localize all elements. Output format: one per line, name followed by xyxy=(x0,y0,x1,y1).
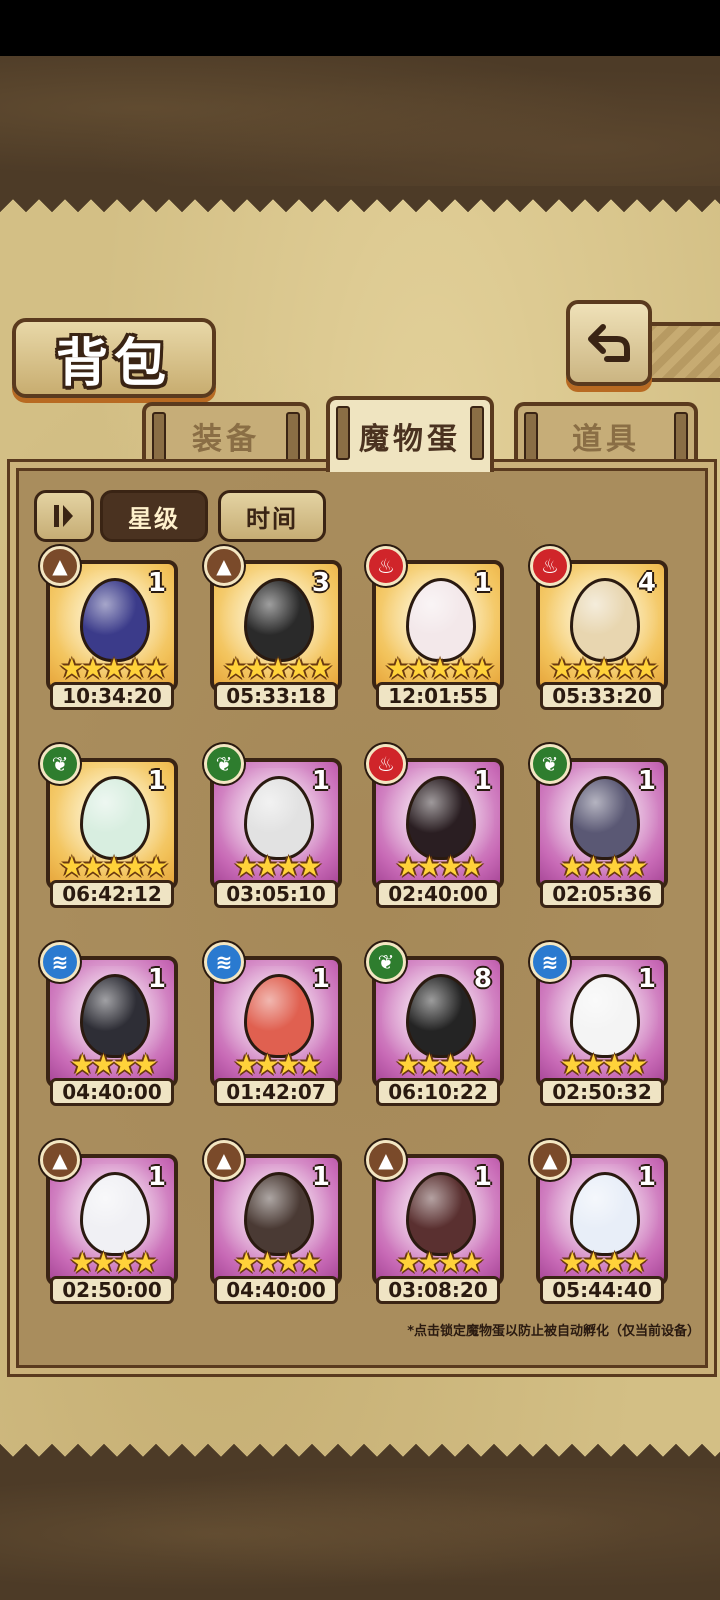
tab-equipment[interactable]: 装备 xyxy=(142,402,310,466)
egg-count: 1 xyxy=(311,766,330,796)
back-arrow-icon xyxy=(588,324,630,362)
egg-count: 1 xyxy=(637,1162,656,1192)
hatch-timer: 03:05:10 xyxy=(214,880,338,908)
page-title: 背包 xyxy=(55,332,172,394)
nature-element-icon: ❦ xyxy=(40,744,80,784)
star-rating: ★★★★★ xyxy=(59,652,169,685)
star-rating: ★★★★★ xyxy=(385,652,495,685)
egg-count: 1 xyxy=(147,568,166,598)
star-rating: ★★★★ xyxy=(395,850,484,883)
torn-edge-top xyxy=(0,186,720,212)
back-button[interactable] xyxy=(566,300,652,386)
fire-element-icon: ♨ xyxy=(366,546,406,586)
tab-equipment-label: 装备 xyxy=(192,422,260,457)
hatch-timer: 02:40:00 xyxy=(376,880,500,908)
earth-element-icon: ▲ xyxy=(40,1140,80,1180)
hatch-timer: 12:01:55 xyxy=(376,682,500,710)
map-background-top xyxy=(0,56,720,186)
water-element-icon: ≋ xyxy=(204,942,244,982)
star-rating: ★★★★ xyxy=(559,1246,648,1279)
fire-element-icon: ♨ xyxy=(530,546,570,586)
hatch-timer: 05:33:18 xyxy=(214,682,338,710)
earth-element-icon: ▲ xyxy=(204,546,244,586)
hatch-timer: 05:33:20 xyxy=(540,682,664,710)
star-rating: ★★★★★ xyxy=(223,652,333,685)
egg-count: 1 xyxy=(637,964,656,994)
earth-element-icon: ▲ xyxy=(40,546,80,586)
egg-count: 1 xyxy=(147,964,166,994)
star-rating: ★★★★ xyxy=(69,1048,158,1081)
egg-count: 1 xyxy=(311,1162,330,1192)
nature-element-icon: ❦ xyxy=(530,744,570,784)
auto-hatch-footnote: *点击锁定魔物蛋以防止被自动孵化（仅当前设备） xyxy=(407,1324,700,1339)
hatch-timer: 03:08:20 xyxy=(376,1276,500,1304)
egg-count: 1 xyxy=(473,766,492,796)
egg-count: 1 xyxy=(147,766,166,796)
nature-element-icon: ❦ xyxy=(366,942,406,982)
earth-element-icon: ▲ xyxy=(204,1140,244,1180)
hatch-timer: 06:42:12 xyxy=(50,880,174,908)
fire-element-icon: ♨ xyxy=(366,744,406,784)
hatch-timer: 01:42:07 xyxy=(214,1078,338,1106)
filter-time-label: 时间 xyxy=(246,504,298,533)
back-button-strip xyxy=(646,322,720,382)
egg-count: 1 xyxy=(147,1162,166,1192)
water-element-icon: ≋ xyxy=(530,942,570,982)
hatch-timer: 04:40:00 xyxy=(50,1078,174,1106)
tab-monster-eggs-label: 魔物蛋 xyxy=(359,422,461,457)
hatch-timer: 02:05:36 xyxy=(540,880,664,908)
map-background-bottom xyxy=(0,1468,720,1600)
status-bar xyxy=(0,0,720,56)
torn-edge-bottom xyxy=(0,1444,720,1470)
tab-items[interactable]: 道具 xyxy=(514,402,698,466)
star-rating: ★★★★ xyxy=(233,850,322,883)
hatch-timer: 02:50:32 xyxy=(540,1078,664,1106)
hatch-timer: 02:50:00 xyxy=(50,1276,174,1304)
nature-element-icon: ❦ xyxy=(204,744,244,784)
page-title-plate: 背包 xyxy=(12,318,216,398)
star-rating: ★★★★ xyxy=(233,1048,322,1081)
hatch-timer: 10:34:20 xyxy=(50,682,174,710)
hatch-timer: 05:44:40 xyxy=(540,1276,664,1304)
egg-count: 8 xyxy=(473,964,492,994)
egg-count: 1 xyxy=(637,766,656,796)
earth-element-icon: ▲ xyxy=(366,1140,406,1180)
filter-star-button[interactable]: 星级 xyxy=(100,490,208,542)
star-rating: ★★★★★ xyxy=(549,652,659,685)
star-rating: ★★★★ xyxy=(559,1048,648,1081)
earth-element-icon: ▲ xyxy=(530,1140,570,1180)
star-rating: ★★★★ xyxy=(395,1048,484,1081)
egg-count: 3 xyxy=(311,568,330,598)
star-rating: ★★★★ xyxy=(395,1246,484,1279)
filter-time-button[interactable]: 时间 xyxy=(218,490,326,542)
sort-toggle-icon xyxy=(54,505,73,527)
star-rating: ★★★★ xyxy=(233,1246,322,1279)
filter-star-label: 星级 xyxy=(128,504,180,533)
tab-items-label: 道具 xyxy=(572,422,640,457)
water-element-icon: ≋ xyxy=(40,942,80,982)
sort-toggle-button[interactable] xyxy=(34,490,94,542)
star-rating: ★★★★ xyxy=(559,850,648,883)
egg-count: 1 xyxy=(473,568,492,598)
hatch-timer: 06:10:22 xyxy=(376,1078,500,1106)
star-rating: ★★★★ xyxy=(69,1246,158,1279)
egg-count: 1 xyxy=(311,964,330,994)
hatch-timer: 04:40:00 xyxy=(214,1276,338,1304)
egg-count: 4 xyxy=(637,568,656,598)
tab-monster-eggs[interactable]: 魔物蛋 xyxy=(326,396,494,472)
star-rating: ★★★★★ xyxy=(59,850,169,883)
egg-count: 1 xyxy=(473,1162,492,1192)
